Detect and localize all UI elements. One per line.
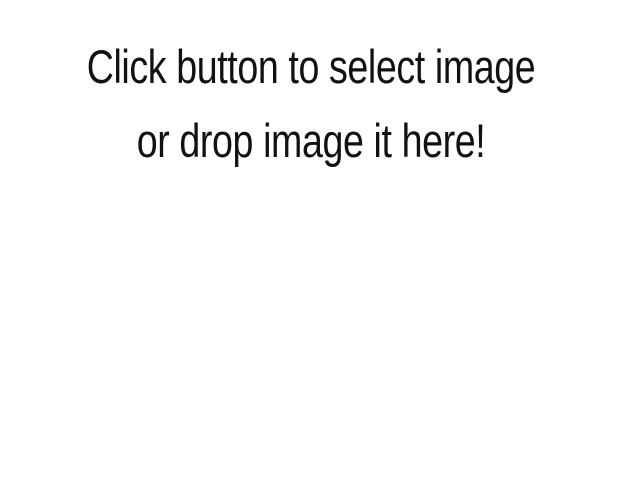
drop-instructions-line-2: or drop image it here!: [136, 114, 486, 167]
drop-instructions-line-1: Click button to select image: [86, 40, 536, 93]
image-drop-zone[interactable]: Click button to select image or drop ima…: [0, 0, 642, 484]
drop-instructions: Click button to select image or drop ima…: [62, 30, 560, 178]
